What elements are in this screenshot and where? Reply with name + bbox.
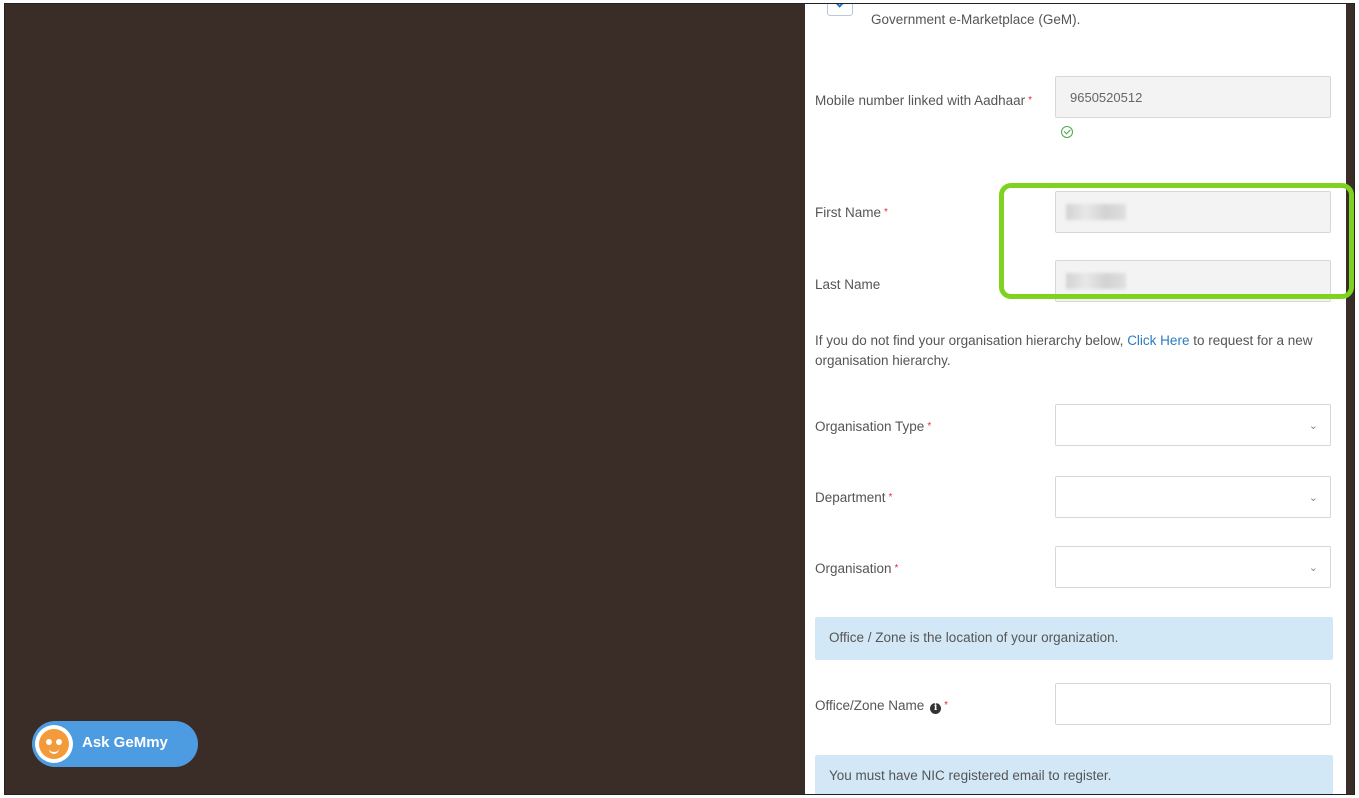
organisation-select[interactable]: ⌄	[1055, 546, 1331, 588]
office-zone-label: Office/Zone Name i *	[815, 697, 948, 715]
last-name-label: Last Name	[815, 277, 881, 292]
required-marker: *	[894, 563, 899, 574]
office-info-box: Office / Zone is the location of your or…	[815, 617, 1333, 660]
office-zone-label-text: Office/Zone Name	[815, 698, 925, 713]
required-marker: *	[944, 700, 948, 711]
organisation-label: Organisation *	[815, 560, 898, 578]
info-icon[interactable]: i	[930, 703, 942, 714]
ask-gemmy-label: Ask GeMmy	[82, 734, 168, 751]
consent-checkbox[interactable]	[827, 4, 853, 16]
chevron-down-icon: ⌄	[1308, 562, 1318, 574]
org-type-label-text: Organisation Type	[815, 419, 925, 434]
organisation-label-text: Organisation	[815, 561, 892, 576]
mobile-value: 9650520512	[1070, 90, 1143, 105]
chevron-down-icon: ⌄	[1308, 492, 1318, 504]
name-fields-highlight-annotation	[999, 183, 1354, 299]
nic-info-box: You must have NIC registered email to re…	[815, 755, 1333, 794]
org-type-label: Organisation Type *	[815, 418, 931, 436]
mobile-label: Mobile number linked with Aadhaar *	[815, 92, 1035, 110]
required-marker: *	[884, 207, 888, 218]
required-marker: *	[927, 421, 932, 432]
required-marker: *	[1028, 95, 1033, 106]
first-name-label-text: First Name	[815, 205, 882, 220]
office-zone-input[interactable]	[1055, 683, 1331, 725]
registration-form-panel: Government e-Marketplace (GeM). Mobile n…	[805, 4, 1346, 794]
hierarchy-help-text: If you do not find your organisation hie…	[815, 331, 1315, 371]
gemmy-face-icon	[39, 729, 69, 759]
click-here-link[interactable]: Click Here	[1127, 333, 1189, 348]
consent-text: Government e-Marketplace (GeM).	[871, 12, 1081, 27]
department-label: Department *	[815, 489, 892, 507]
screenshot-frame: Government e-Marketplace (GeM). Mobile n…	[4, 3, 1355, 795]
chevron-down-icon: ⌄	[1308, 420, 1318, 432]
department-label-text: Department	[815, 490, 886, 505]
mobile-label-text: Mobile number linked with Aadhaar	[815, 93, 1026, 108]
department-select[interactable]: ⌄	[1055, 476, 1331, 518]
required-marker: *	[888, 492, 893, 503]
check-icon	[835, 4, 847, 8]
help-text-start: If you do not find your organisation hie…	[815, 333, 1128, 348]
first-name-label: First Name *	[815, 204, 888, 222]
ask-gemmy-button[interactable]: Ask GeMmy	[32, 721, 198, 767]
org-type-select[interactable]: ⌄	[1055, 404, 1331, 446]
background-photo	[5, 4, 805, 794]
verified-check-icon	[1061, 126, 1073, 138]
gemmy-avatar	[35, 725, 73, 763]
right-edge-background	[1346, 4, 1354, 794]
mobile-field[interactable]: 9650520512	[1055, 76, 1331, 118]
